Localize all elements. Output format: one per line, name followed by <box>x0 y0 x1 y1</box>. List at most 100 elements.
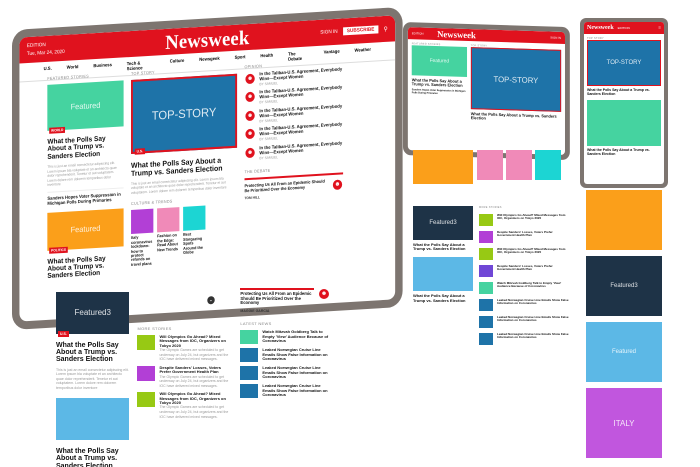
tablet-culture-thumb[interactable] <box>535 150 561 180</box>
story-thumb <box>137 365 156 381</box>
debate-title-2: Protecting Us All From an Epidemic Shoul… <box>240 291 312 306</box>
story-headline[interactable]: What the Polls Say About a Trump vs. San… <box>47 134 123 161</box>
subscribe-button[interactable]: SUBSCRIBE <box>343 25 379 36</box>
tablet-list-thumb <box>479 282 493 294</box>
sign-in-link[interactable]: SIGN IN <box>320 29 337 36</box>
phone-featured3-label: Featured3 <box>610 283 638 289</box>
featured3-tile[interactable]: Featured3 U.S. <box>56 292 130 337</box>
more-story-title: Will Olympics Go Ahead? Mixed Messages f… <box>159 334 226 348</box>
tablet-headline-3[interactable]: What the Polls Say About a Trump vs. San… <box>413 294 473 303</box>
phone-header: Newsweek EDITION ☰ <box>584 22 664 34</box>
latest-title: Leaked Norwegian Cruise Line Emails Show… <box>262 365 328 380</box>
phone-featured-tile[interactable] <box>587 100 661 147</box>
latest-item[interactable]: Leaked Norwegian Cruise Line Emails Show… <box>240 384 330 399</box>
culture-card-1[interactable]: Italy coronavirus lockdown: how to prote… <box>131 209 154 267</box>
tablet-headline-2[interactable]: What the Polls Say About a Trump vs. San… <box>413 242 473 251</box>
phone-content: TOP STORY TOP-STORY What the Polls Say A… <box>584 34 664 160</box>
edition-selector[interactable]: EDITION <box>27 41 65 49</box>
tablet-list-item[interactable]: Will Olympics Go Ahead? Mixed Messages f… <box>479 213 569 226</box>
tablet-top-headline[interactable]: What the Polls Say About a Trump vs. San… <box>471 111 561 123</box>
phone-italy-label: ITALY <box>613 418 635 428</box>
story-headline-2[interactable]: What the Polls Say About a Trump vs. San… <box>47 254 123 281</box>
us-tag-2[interactable]: U.S. <box>58 330 69 337</box>
more-story-item[interactable]: Will Olympics Go Ahead? Mixed Messages f… <box>137 334 232 362</box>
top-story-tile[interactable]: TOP-STORY U.S. <box>131 73 238 155</box>
opinion-item[interactable]: ☻ In the Taliban-U.S. Agreement, Everybo… <box>244 122 344 143</box>
phone-top-story-tile[interactable]: TOP-STORY <box>587 40 661 86</box>
tablet-list-item[interactable]: Despite Sanders' Losses, Voters Prefer G… <box>479 264 569 277</box>
opinion-item[interactable]: ☻ In the Taliban-U.S. Agreement, Everybo… <box>244 103 344 124</box>
story-summary-3: This is just an email consectetur adipis… <box>56 367 129 390</box>
debate-avatar-2: ☻ <box>317 288 330 300</box>
phone-italy-tile[interactable]: ITALY <box>586 388 662 458</box>
tablet-featured-tile[interactable]: Featured <box>411 45 467 77</box>
author-avatar: ☻ <box>244 91 256 104</box>
opinion-item[interactable]: ☻ In the Taliban-U.S. Agreement, Everybo… <box>244 140 344 161</box>
tablet-list-thumb <box>479 248 493 260</box>
debate-item[interactable]: Protecting Us All From an Epidemic Shoul… <box>245 178 344 202</box>
tablet-list-item[interactable]: Despite Sanders' Losses, Voters Prefer G… <box>479 230 569 243</box>
phone-headline-2[interactable]: What the Polls Say About a Trump vs. San… <box>587 148 661 156</box>
featured-tile-2[interactable]: Featured POLITICS <box>47 208 124 254</box>
culture-thumb-1 <box>131 209 154 235</box>
tablet-list: MORE STORIES Will Olympics Go Ahead? Mix… <box>479 206 569 345</box>
tablet-list-thumb <box>479 231 493 243</box>
us-tag[interactable]: U.S. <box>134 148 145 155</box>
culture-card-3[interactable]: Best Stargazing Spots Around the Globe <box>183 205 206 264</box>
story-headline-3[interactable]: What the Polls Say About a Trump vs. San… <box>56 342 129 364</box>
phone-orange-tile[interactable] <box>586 190 662 250</box>
author-avatar: ☻ <box>244 72 256 86</box>
tablet-list-item[interactable]: Leaked Norwegian Cruise Line Emails Show… <box>479 298 569 311</box>
culture-card-2[interactable]: Fashion on the Edge: Read About New Tren… <box>157 207 180 265</box>
world-tag[interactable]: WORLD <box>49 126 66 134</box>
tablet-logo[interactable]: Newsweek <box>437 29 476 40</box>
debate-item-2[interactable]: Protecting Us All From an Epidemic Shoul… <box>240 288 330 313</box>
phone-menu-icon[interactable]: ☰ <box>658 26 661 30</box>
phone-edition[interactable]: EDITION <box>618 26 630 30</box>
tablet-tile-orange[interactable] <box>413 150 473 184</box>
nav-item-us[interactable]: U.S. <box>44 66 52 76</box>
tablet-headline[interactable]: What the Polls Say About a Trump vs. San… <box>412 77 467 88</box>
story-link-sanders[interactable]: Sanders Hopes Voter Suppression in Michi… <box>47 191 123 206</box>
search-icon[interactable]: ⚲ <box>384 25 388 32</box>
featured-tile[interactable]: Featured WORLD <box>47 80 124 134</box>
tablet-featured3-tile[interactable]: Featured3 <box>413 206 473 240</box>
phone-top-headline[interactable]: What the Polls Say About a Trump vs. San… <box>587 88 661 96</box>
tablet-sign-in[interactable]: SIGN IN <box>550 36 561 40</box>
latest-title: Leaked Norwegian Cruise Line Emails Show… <box>262 347 328 362</box>
tablet-sanders-link[interactable]: Sanders Hopes Voter Suppression in Michi… <box>412 89 467 97</box>
tablet-top-story-tile[interactable]: TOP-STORY <box>470 47 562 112</box>
opinion-item[interactable]: ☻ In the Taliban-U.S. Agreement, Everybo… <box>244 66 344 87</box>
more-story-item[interactable]: Will Olympics Go Ahead? Mixed Messages f… <box>137 392 232 419</box>
tablet-list-thumb <box>479 214 493 226</box>
tablet-list-item[interactable]: Watch Mitzvah Goldberg Talk to Empty 'Vi… <box>479 281 569 294</box>
tablet-list-thumb <box>479 316 493 328</box>
story-headline-4[interactable]: What the Polls Say About a Trump vs. San… <box>56 448 129 467</box>
tablet-list-item[interactable]: Will Olympics Go Ahead? Mixed Messages f… <box>479 247 569 260</box>
latest-thumb <box>240 384 259 399</box>
tablet-top-col: TOP STORY TOP-STORY What the Polls Say A… <box>470 44 562 123</box>
story-summary: This is just an email consectetur adipis… <box>47 160 117 188</box>
latest-item[interactable]: Leaked Norwegian Cruise Line Emails Show… <box>240 365 330 381</box>
phone-featured3-tile[interactable]: Featured3 <box>586 256 662 316</box>
tablet-row-1 <box>408 150 578 184</box>
featured-tile-4[interactable] <box>56 398 130 440</box>
tablet-scroll-continuation: Featured3 What the Polls Say About a Tru… <box>408 150 578 467</box>
opinion-item[interactable]: ☻ In the Taliban-U.S. Agreement, Everybo… <box>244 85 344 106</box>
tablet-list-item[interactable]: Leaked Norwegian Cruise Line Emails Show… <box>479 332 569 345</box>
tablet-featured-col: FEATURED STORIES Featured What the Polls… <box>411 42 467 120</box>
phone-skyblue-tile[interactable]: Featured <box>586 322 662 382</box>
more-story-title: Will Olympics Go Ahead? Mixed Messages f… <box>159 391 226 406</box>
more-story-item[interactable]: Despite Sanders' Losses, Voters Prefer G… <box>137 365 232 388</box>
latest-item[interactable]: Leaked Norwegian Cruise Line Emails Show… <box>240 347 330 363</box>
politics-tag[interactable]: POLITICS <box>49 246 68 254</box>
tablet-list-item[interactable]: Leaked Norwegian Cruise Line Emails Show… <box>479 315 569 328</box>
tablet-skyblue-tile[interactable] <box>413 257 473 292</box>
tablet-culture-thumb[interactable] <box>477 150 503 180</box>
showcase-stage: EDITION Tue, Mar 24, 2020 Newsweek SIGN … <box>0 0 700 467</box>
latest-item[interactable]: Watch Mitzvah Goldberg Talk to Empty 'Vi… <box>240 330 330 345</box>
top-story-headline[interactable]: What the Polls Say About a Trump vs. San… <box>131 156 237 178</box>
tablet-culture-thumb[interactable] <box>506 150 532 180</box>
tablet-edition[interactable]: EDITION <box>412 31 424 35</box>
phone-logo[interactable]: Newsweek <box>587 25 614 31</box>
